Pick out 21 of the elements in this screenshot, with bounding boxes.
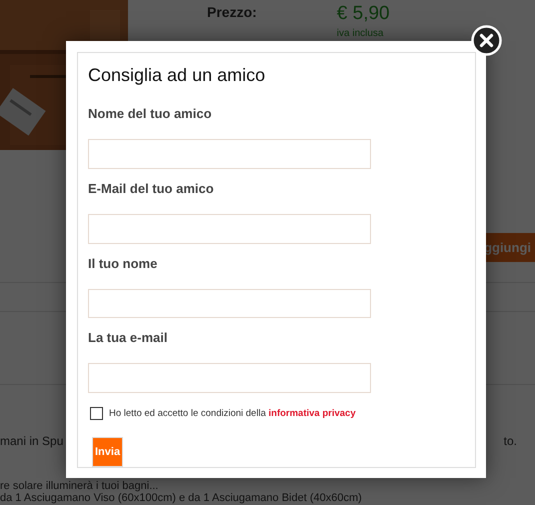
close-icon[interactable] xyxy=(471,25,502,56)
consent-text: Ho letto ed accetto le condizioni della informativa privacy xyxy=(109,408,356,420)
description-text: da 1 Asciugamano Viso (60x100cm) e da 1 Asciugamano Bidet (40x60cm) xyxy=(0,492,363,504)
checkbox[interactable] xyxy=(90,407,103,420)
field-label: Il tuo nome xyxy=(88,256,158,271)
description-text: to. xyxy=(504,434,517,449)
input-field[interactable] xyxy=(88,288,371,318)
field-label: La tua e-mail xyxy=(88,330,168,346)
input-field[interactable] xyxy=(88,214,371,244)
input-field[interactable] xyxy=(88,363,371,394)
description-text: re solare illuminerà i tuoi bagni... xyxy=(0,480,160,492)
privacy-link[interactable]: informativa privacy xyxy=(268,408,356,420)
field-label: E-Mail del tuo amico xyxy=(88,180,215,196)
description-text: mani in Spu xyxy=(0,434,64,449)
input-field[interactable] xyxy=(88,139,371,169)
price: € 5,90 xyxy=(336,4,390,25)
submit-button[interactable]: Invia xyxy=(92,437,124,467)
price-note: iva inclusa xyxy=(336,28,384,39)
modal-title: Consiglia ad un amico xyxy=(88,64,266,87)
price-label: Prezzo: xyxy=(207,4,257,20)
field-label: Nome del tuo amico xyxy=(88,106,213,121)
